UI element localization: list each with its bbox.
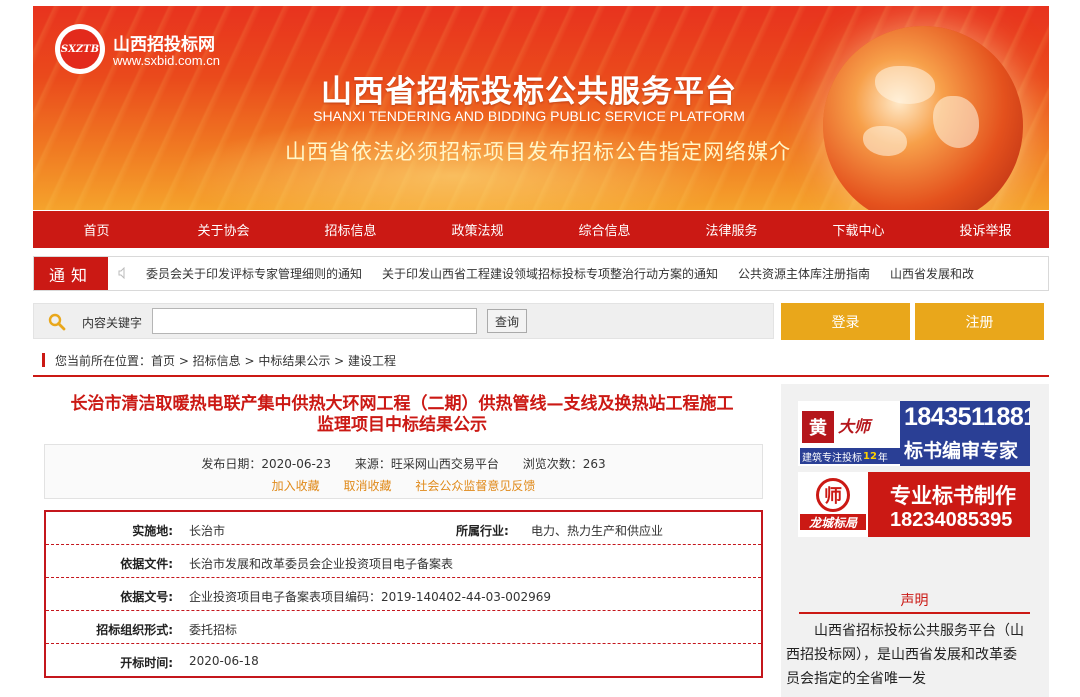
info-value: 企业投资项目电子备案表项目编码：2019-140402-44-03-002969 [189, 590, 552, 604]
nav-item-legal[interactable]: 法律服务 [668, 211, 795, 248]
ad-tagline: 建筑专注投标 12 年 [800, 448, 900, 464]
info-row: 开标时间: 2020-06-18 [46, 644, 761, 677]
notice-link[interactable]: 委员会关于印发评标专家管理细则的通知 [146, 265, 362, 282]
declaration-title: 声明 [799, 590, 1030, 614]
ad-emblem: 师 [816, 478, 850, 512]
header-banner: SXZTB 山西招投标网 www.sxbid.com.cn 山西省招标投标公共服… [33, 6, 1049, 210]
info-value: 长治市发展和改革委员会企业投资项目电子备案表 [189, 557, 454, 571]
platform-title: 山西省招标投标公共服务平台 [321, 74, 737, 110]
site-url: www.sxbid.com.cn [113, 53, 220, 68]
login-button[interactable]: 登录 [781, 303, 910, 340]
nav-item-home[interactable]: 首页 [33, 211, 160, 248]
ad-phone: 18234085395 [890, 509, 1013, 531]
info-row: 实施地: 长治市 所属行业: 电力、热力生产和供应业 [46, 512, 761, 545]
ad-slogan: 专业标书制作 [890, 484, 1016, 508]
breadcrumb-text[interactable]: 您当前所在位置：首页 > 招标信息 > 中标结果公示 > 建设工程 [55, 352, 396, 369]
nav-item-complaint[interactable]: 投诉举报 [922, 211, 1049, 248]
main-nav: 首页 关于协会 招标信息 政策法规 综合信息 法律服务 下载中心 投诉举报 [33, 211, 1049, 248]
declaration-text: 山西省招标投标公共服务平台（山西招投标网），是山西省发展和改革委员会指定的全省唯… [786, 623, 1024, 687]
speaker-icon [118, 267, 125, 279]
nav-item-policy[interactable]: 政策法规 [414, 211, 541, 248]
search-icon [48, 313, 66, 331]
search-bar: 内容关键字 查询 [33, 303, 774, 339]
article-title: 长治市清洁取暖热电联产集中供热大环网工程（二期）供热管线—支线及换热站工程施工 … [37, 394, 767, 436]
article-source: 来源：旺采网山西交易平台 [354, 457, 499, 471]
platform-subtitle: SHANXI TENDERING AND BIDDING PUBLIC SERV… [313, 108, 745, 124]
platform-slogan: 山西省依法必须招标项目发布招标公告指定网络媒介 [285, 140, 791, 164]
info-value: 2020-06-18 [189, 654, 259, 668]
info-label: 实施地: [132, 524, 173, 538]
public-feedback-link[interactable]: 社会公众监督意见反馈 [415, 479, 535, 493]
nav-item-general-info[interactable]: 综合信息 [541, 211, 668, 248]
publish-date: 发布日期：2020-06-23 [201, 457, 332, 471]
ad-brand: 龙城标局 [800, 514, 866, 530]
register-button[interactable]: 注册 [915, 303, 1044, 340]
info-label: 依据文号: [120, 590, 173, 604]
section-divider [33, 375, 1049, 377]
search-button[interactable]: 查询 [487, 309, 527, 333]
notice-link[interactable]: 关于印发山西省工程建设领域招标投标专项整治行动方案的通知 [382, 265, 718, 282]
search-label: 内容关键字 [82, 316, 143, 330]
remove-favorite-link[interactable]: 取消收藏 [343, 479, 391, 493]
notice-link[interactable]: 公共资源主体库注册指南 [738, 265, 870, 282]
article-meta: 发布日期：2020-06-23 来源：旺采网山西交易平台 浏览次数：263 加入… [44, 444, 763, 499]
info-value: 委托招标 [189, 623, 238, 637]
info-label: 招标组织形式: [96, 623, 173, 637]
breadcrumb-marker [42, 353, 45, 367]
ad-brand: 大师 [838, 417, 871, 436]
ad-slogan: 标书编审专家 [904, 440, 1019, 462]
nav-item-tender-info[interactable]: 招标信息 [287, 211, 414, 248]
notice-bar: 通知 委员会关于印发评标专家管理细则的通知 关于印发山西省工程建设领域招标投标专… [33, 256, 1049, 291]
site-logo[interactable]: SXZTB [55, 24, 105, 74]
nav-item-about[interactable]: 关于协会 [160, 211, 287, 248]
info-row: 依据文件: 长治市发展和改革委员会企业投资项目电子备案表 [46, 545, 761, 578]
info-value: 电力、热力生产和供应业 [531, 524, 664, 538]
info-label: 开标时间: [120, 656, 173, 670]
project-info-table: 实施地: 长治市 所属行业: 电力、热力生产和供应业 依据文件: 长治市发展和改… [44, 510, 763, 678]
breadcrumb: 您当前所在位置：首页 > 招标信息 > 中标结果公示 > 建设工程 [42, 352, 396, 368]
notice-link[interactable]: 山西省发展和改 [890, 265, 974, 282]
sidebar: 黄 大师 建筑专注投标12年 18435118818 标书编审专家 师 龙城标局… [781, 384, 1049, 697]
info-label: 依据文件: [120, 557, 173, 571]
ad-banner-dashi[interactable]: 黄 大师 建筑专注投标12年 18435118818 标书编审专家 [798, 401, 1030, 466]
info-row: 招标组织形式: 委托招标 [46, 611, 761, 644]
article-title-line: 监理项目中标结果公示 [317, 415, 487, 435]
notice-scroller: 委员会关于印发评标专家管理细则的通知 关于印发山西省工程建设领域招标投标专项整治… [146, 257, 974, 290]
ad-phone: 18435118818 [904, 403, 1030, 431]
info-row: 依据文号: 企业投资项目电子备案表项目编码：2019-140402-44-03-… [46, 578, 761, 611]
notice-label: 通知 [34, 257, 108, 290]
view-count: 浏览次数：263 [522, 457, 606, 471]
nav-item-download[interactable]: 下载中心 [795, 211, 922, 248]
search-input[interactable] [152, 308, 477, 334]
info-value: 长治市 [189, 524, 226, 538]
add-favorite-link[interactable]: 加入收藏 [272, 479, 320, 493]
logo-badge: SXZTB [60, 29, 100, 69]
globe-image [823, 26, 1023, 210]
site-name: 山西招投标网 [113, 35, 215, 55]
article-title-line: 长治市清洁取暖热电联产集中供热大环网工程（二期）供热管线—支线及换热站工程施工 [70, 394, 734, 414]
ad-banner-longcheng[interactable]: 师 龙城标局 专业标书制作 18234085395 [798, 472, 1030, 537]
ad-seal: 黄 [802, 411, 834, 443]
info-label: 所属行业: [456, 524, 509, 538]
